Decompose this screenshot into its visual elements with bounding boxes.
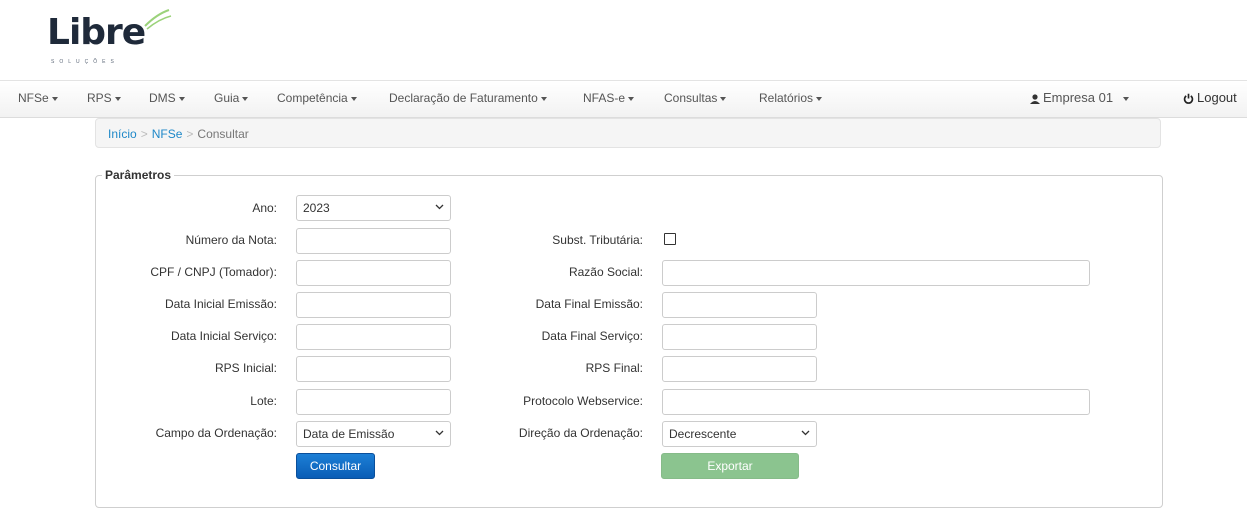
caret-down-icon <box>242 96 249 101</box>
caret-down-icon <box>720 96 727 101</box>
nav-dms[interactable]: DMS <box>149 81 185 117</box>
ano-selected-value: 2023 <box>303 201 330 215</box>
nav-guia[interactable]: Guia <box>214 81 249 117</box>
logo-tagline: SOLUÇÕES <box>51 59 119 65</box>
data-inicial-servico-input[interactable] <box>296 324 451 350</box>
logo-wordmark: Libre <box>47 12 146 53</box>
breadcrumb-separator: > <box>140 127 148 141</box>
exportar-button[interactable]: Exportar <box>661 453 799 479</box>
data-final-emissao-input[interactable] <box>662 292 817 318</box>
user-menu[interactable]: Empresa 01 <box>1030 81 1129 117</box>
consultar-button[interactable]: Consultar <box>296 453 375 479</box>
nav-relatorios[interactable]: Relatórios <box>759 81 823 117</box>
breadcrumb-home-link[interactable]: Início <box>108 127 137 141</box>
caret-down-icon <box>1122 96 1129 101</box>
rps-final-label: RPS Final: <box>585 361 643 375</box>
nav-consultas[interactable]: Consultas <box>664 81 727 117</box>
nav-rps[interactable]: RPS <box>87 81 121 117</box>
numero-nota-label: Número da Nota: <box>185 233 277 247</box>
parameters-legend: Parâmetros <box>105 168 172 182</box>
nav-nfas-e[interactable]: NFAS-e <box>583 81 635 117</box>
breadcrumb-current: Consultar <box>197 127 249 141</box>
numero-nota-input[interactable] <box>296 228 451 254</box>
caret-down-icon <box>178 96 185 101</box>
protocolo-webservice-label: Protocolo Webservice: <box>523 394 643 408</box>
campo-ordenacao-select[interactable]: Data de Emissão <box>296 421 451 447</box>
data-final-servico-label: Data Final Serviço: <box>541 329 643 343</box>
breadcrumb-nfse-link[interactable]: NFSe <box>152 127 183 141</box>
cpf-cnpj-label: CPF / CNPJ (Tomador): <box>150 265 277 279</box>
nav-declaracao-faturamento[interactable]: Declaração de Faturamento <box>389 81 547 117</box>
main-navbar: NFSe RPS DMS Guia Competência Declaração… <box>0 80 1247 118</box>
caret-down-icon <box>540 96 547 101</box>
data-inicial-emissao-label: Data Inicial Emissão: <box>164 297 277 311</box>
nav-competencia[interactable]: Competência <box>277 81 357 117</box>
breadcrumb: Início > NFSe > Consultar <box>95 118 1161 148</box>
chevron-down-icon <box>435 204 444 210</box>
razao-social-label: Razão Social: <box>568 265 643 279</box>
libre-logo: Libre SOLUÇÕES <box>47 8 187 78</box>
ano-select[interactable]: 2023 <box>296 195 451 221</box>
protocolo-webservice-input[interactable] <box>662 389 1090 415</box>
nav-nfse[interactable]: NFSe <box>18 81 58 117</box>
subst-tributaria-label: Subst. Tributária: <box>552 233 643 247</box>
breadcrumb-separator: > <box>186 127 194 141</box>
data-inicial-emissao-input[interactable] <box>296 292 451 318</box>
campo-ordenacao-selected-value: Data de Emissão <box>303 427 395 441</box>
chevron-down-icon <box>435 430 444 436</box>
rps-inicial-input[interactable] <box>296 356 451 382</box>
caret-down-icon <box>51 96 58 101</box>
razao-social-input[interactable] <box>662 260 1090 286</box>
caret-down-icon <box>816 96 823 101</box>
direcao-ordenacao-label: Direção da Ordenação: <box>518 426 643 440</box>
campo-ordenacao-label: Campo da Ordenação: <box>155 426 277 440</box>
user-icon <box>1030 93 1040 104</box>
cpf-cnpj-input[interactable] <box>296 260 451 286</box>
data-final-emissao-label: Data Final Emissão: <box>535 297 643 311</box>
caret-down-icon <box>114 96 121 101</box>
direcao-ordenacao-selected-value: Decrescente <box>669 427 737 441</box>
data-final-servico-input[interactable] <box>662 324 817 350</box>
power-icon <box>1183 93 1194 104</box>
rps-final-input[interactable] <box>662 356 817 382</box>
rps-inicial-label: RPS Inicial: <box>214 361 277 375</box>
logo-swoosh-icon <box>144 9 172 30</box>
caret-down-icon <box>628 96 635 101</box>
logout-link[interactable]: Logout <box>1183 81 1237 117</box>
ano-label: Ano: <box>252 201 277 215</box>
lote-label: Lote: <box>250 394 277 408</box>
lote-input[interactable] <box>296 389 451 415</box>
caret-down-icon <box>350 96 357 101</box>
data-inicial-servico-label: Data Inicial Serviço: <box>170 329 277 343</box>
subst-tributaria-checkbox[interactable] <box>664 233 676 245</box>
direcao-ordenacao-select[interactable]: Decrescente <box>662 421 817 447</box>
chevron-down-icon <box>801 430 810 436</box>
